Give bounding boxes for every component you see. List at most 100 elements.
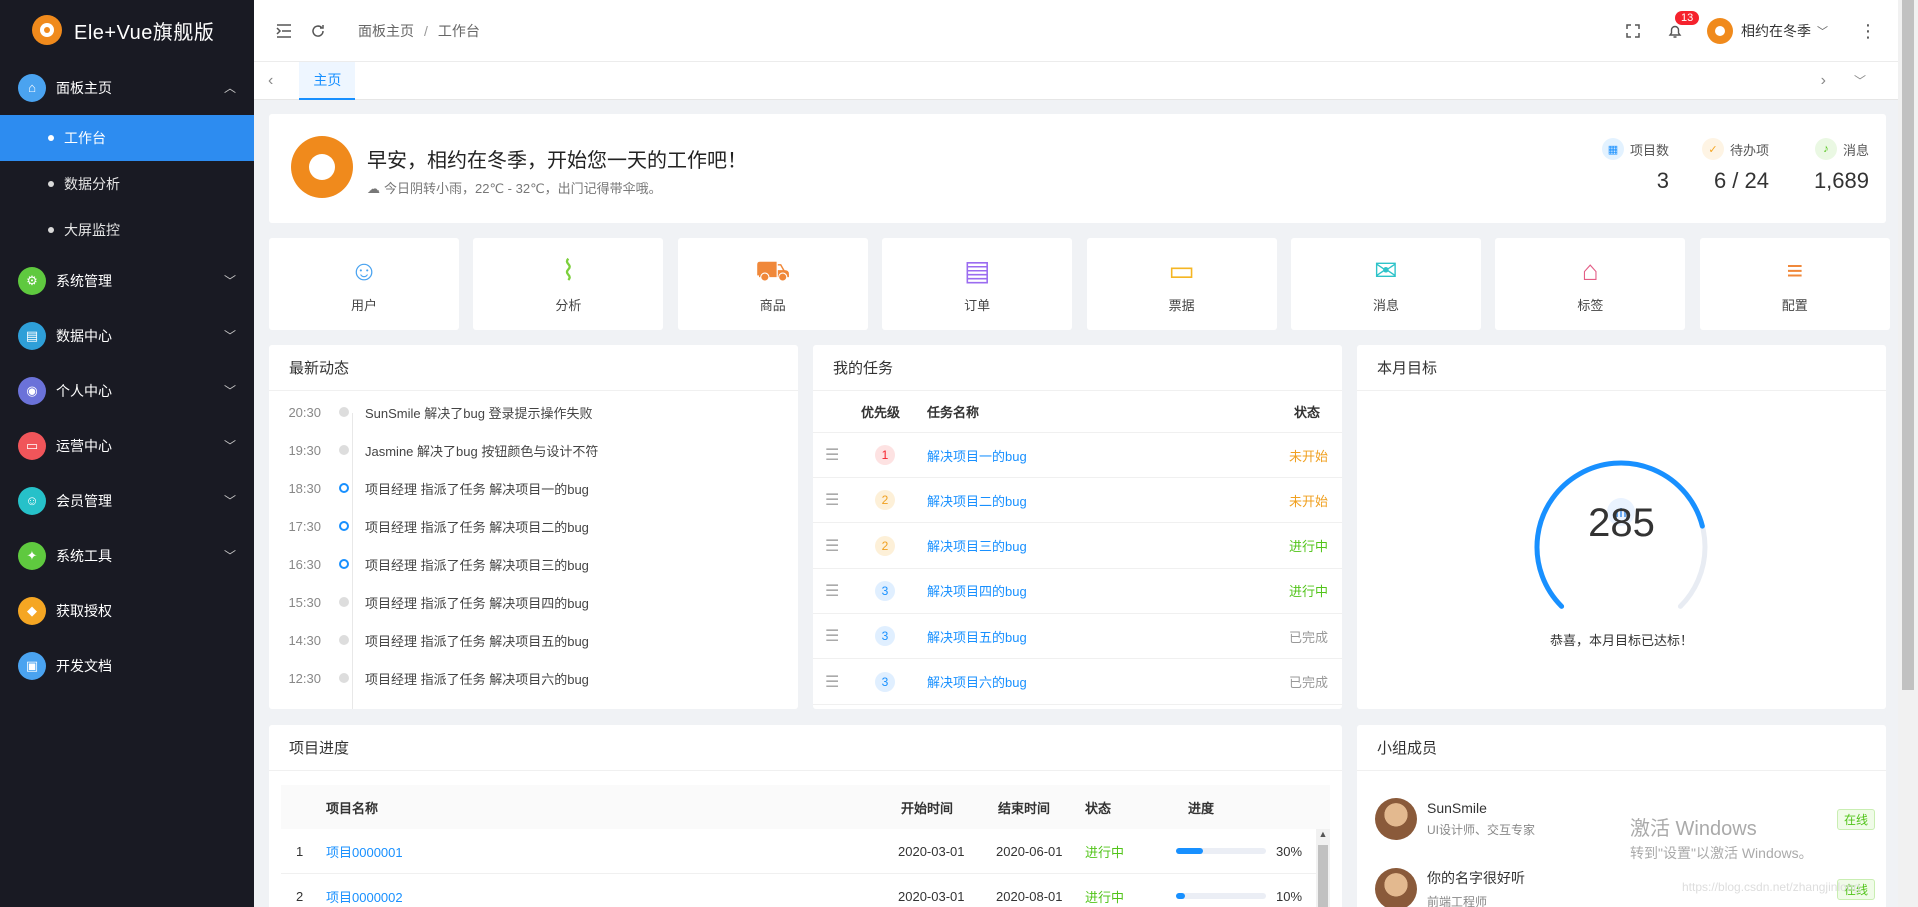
chevron-right-icon[interactable]: › xyxy=(1821,72,1826,90)
chevron-left-icon[interactable]: ‹ xyxy=(268,72,273,90)
status-badge: 在线 xyxy=(1836,809,1875,830)
project-status: 进行中 xyxy=(1085,889,1125,905)
stat-value: 6 / 24 xyxy=(1713,168,1769,193)
sidebar-item-4[interactable]: ▭ 运营中心 ﹀ xyxy=(0,418,254,473)
quick-link-7[interactable]: ≡ 配置 xyxy=(1699,238,1890,330)
sidebar-item-2[interactable]: ▤ 数据中心 ﹀ xyxy=(0,308,254,363)
refresh-icon[interactable] xyxy=(308,21,328,41)
quick-link-label: 订单 xyxy=(964,297,991,313)
task-name-link[interactable]: 解决项目二的bug xyxy=(927,491,1027,510)
timeline-time: 12:30 xyxy=(288,670,321,686)
task-row[interactable]: ☰ 1 解决项目一的bug 未开始 xyxy=(813,433,1342,478)
task-name-link[interactable]: 解决项目五的bug xyxy=(927,627,1027,646)
chevron-down-icon: ﹀ xyxy=(223,384,236,398)
progress-percent: 10% xyxy=(1276,888,1303,904)
quick-link-label: 标签 xyxy=(1577,297,1604,313)
document-icon: ▣ xyxy=(18,651,46,680)
watermark-line1: 激活 Windows xyxy=(1630,818,1757,840)
sidebar-item-1[interactable]: ⚙ 系统管理 ﹀ xyxy=(0,253,254,308)
timeline-text: 项目经理 指派了任务 解决项目三的bug xyxy=(365,557,589,573)
project-name-link[interactable]: 项目0000001 xyxy=(326,842,403,861)
drag-handle-icon[interactable]: ☰ xyxy=(825,536,841,556)
quick-link-6[interactable]: ⌂ 标签 xyxy=(1495,238,1686,330)
welcome-card: 早安，相约在冬季，开始您一天的工作吧！ ☁ 今日阴转小雨，22℃ - 32℃，出门… xyxy=(269,114,1886,223)
end-date: 2020-06-01 xyxy=(996,843,1063,859)
table-row[interactable]: 1 项目0000001 2020-03-01 2020-06-01 进行中 30% xyxy=(281,829,1330,874)
scroll-up-icon[interactable]: ▲ xyxy=(1316,829,1330,843)
task-row[interactable]: ☰ 2 解决项目二的bug 未开始 xyxy=(813,478,1342,524)
sidebar-item-3[interactable]: ◉ 个人中心 ﹀ xyxy=(0,363,254,418)
user-menu[interactable]: 相约在冬季 ﹀ xyxy=(1707,18,1828,44)
task-row[interactable]: ☰ 2 解决项目三的bug 进行中 xyxy=(813,524,1342,569)
priority-badge: 3 xyxy=(875,671,895,692)
menu-collapse-icon[interactable] xyxy=(274,21,294,41)
sidebar-item-7[interactable]: ◆ 获取授权 xyxy=(0,583,254,638)
drag-handle-icon[interactable]: ☰ xyxy=(825,581,841,601)
scroll-thumb[interactable] xyxy=(1318,845,1328,907)
fullscreen-icon[interactable] xyxy=(1623,21,1643,41)
stat-label: ✓ 待办项 xyxy=(1689,138,1769,160)
table-scrollbar[interactable]: ▲ xyxy=(1316,829,1330,907)
logo[interactable]: Ele+Vue旗舰版 xyxy=(0,0,254,60)
timeline-text: 项目经理 指派了任务 解决项目四的bug xyxy=(365,595,589,611)
task-name-link[interactable]: 解决项目六的bug xyxy=(927,672,1027,691)
greeting-text: 早安，相约在冬季，开始您一天的工作吧！ xyxy=(367,150,747,172)
drag-handle-icon[interactable]: ☰ xyxy=(825,672,841,692)
analysis-icon: ⌇ xyxy=(561,254,576,286)
quick-link-2[interactable]: ⛟ 商品 xyxy=(677,238,868,330)
task-name-link[interactable]: 解决项目四的bug xyxy=(927,581,1027,600)
quick-link-5[interactable]: ✉ 消息 xyxy=(1291,238,1481,330)
sidebar-item-0[interactable]: ⌂ 面板主页 ︿ xyxy=(0,60,254,115)
task-status: 已完成 xyxy=(1288,629,1328,645)
home-icon: ⌂ xyxy=(18,73,46,102)
drag-handle-icon[interactable]: ☰ xyxy=(825,490,841,510)
progress-bar xyxy=(1176,848,1266,854)
quick-link-4[interactable]: ▭ 票据 xyxy=(1086,238,1277,330)
stat-0[interactable]: ▦ 项目数 3 xyxy=(1599,138,1669,194)
task-row[interactable]: ☰ 3 解决项目六的bug 已完成 xyxy=(813,660,1342,705)
sidebar-item-label: 面板主页 xyxy=(56,79,112,96)
goal-title: 本月目标 xyxy=(1357,345,1886,391)
sidebar-subitem-0[interactable]: 工作台 xyxy=(0,115,254,161)
sidebar-item-5[interactable]: ☺ 会员管理 ﹀ xyxy=(0,473,254,528)
member-role: 前端工程师 xyxy=(1427,895,1488,907)
quick-link-0[interactable]: ☺ 用户 xyxy=(269,238,459,330)
quick-link-3[interactable]: ▤ 订单 xyxy=(882,238,1073,330)
timeline-dot xyxy=(339,521,349,531)
notification-bell[interactable]: 13 xyxy=(1665,11,1700,41)
cloud-icon: ☁ xyxy=(367,181,380,196)
sidebar-subitem-1[interactable]: 数据分析 xyxy=(0,161,254,207)
stat-1[interactable]: ✓ 待办项 6 / 24 xyxy=(1689,138,1769,194)
task-row[interactable]: ☰ 3 解决项目五的bug 已完成 xyxy=(813,614,1342,660)
timeline-text: 项目经理 指派了任务 解决项目五的bug xyxy=(365,633,589,649)
quick-link-1[interactable]: ⌇ 分析 xyxy=(473,238,664,330)
stat-label-text: 消息 xyxy=(1842,142,1869,158)
progress-header: 项目名称 开始时间 结束时间 状态 进度 xyxy=(281,785,1330,829)
breadcrumb-item-home[interactable]: 面板主页 xyxy=(358,21,414,41)
activity-title: 最新动态 xyxy=(269,345,798,391)
drag-handle-icon[interactable]: ☰ xyxy=(825,626,841,646)
timeline-item: 19:30 Jasmine 解决了bug 按钮颜色与设计不符 xyxy=(269,431,798,469)
stat-2[interactable]: ♪ 消息 1,689 xyxy=(1789,138,1869,194)
drag-handle-icon[interactable]: ☰ xyxy=(825,445,841,465)
project-name-link[interactable]: 项目0000002 xyxy=(326,887,403,906)
sidebar-subitem-2[interactable]: 大屏监控 xyxy=(0,207,254,253)
sidebar-item-6[interactable]: ✦ 系统工具 ﹀ xyxy=(0,528,254,583)
sidebar-item-8[interactable]: ▣ 开发文档 xyxy=(0,638,254,693)
page-scrollbar[interactable] xyxy=(1898,0,1918,907)
goal-value: 285 xyxy=(1588,501,1655,545)
page-scroll-thumb[interactable] xyxy=(1902,0,1914,690)
activity-card: 最新动态 20:30 SunSmile 解决了bug 登录提示操作失败 19:30 J… xyxy=(269,345,798,709)
table-row[interactable]: 2 项目0000002 2020-03-01 2020-08-01 进行中 10% xyxy=(281,874,1330,907)
more-vertical-icon[interactable]: ⋮ xyxy=(1858,21,1878,41)
task-name-link[interactable]: 解决项目三的bug xyxy=(927,536,1027,555)
task-name-link[interactable]: 解决项目一的bug xyxy=(927,446,1027,465)
member-info: 你的名字很好听 前端工程师 xyxy=(1427,868,1525,907)
tab-home[interactable]: 主页 xyxy=(299,61,356,100)
timeline-item: 17:30 项目经理 指派了任务 解决项目二的bug xyxy=(269,507,798,545)
chevron-down-icon[interactable]: ﹀ xyxy=(1854,72,1866,89)
stat-label-text: 待办项 xyxy=(1729,142,1769,158)
col-status: 状态 xyxy=(1293,405,1320,420)
task-row[interactable]: ☰ 3 解决项目四的bug 进行中 xyxy=(813,569,1342,614)
sidebar-item-label: 获取授权 xyxy=(56,602,112,619)
